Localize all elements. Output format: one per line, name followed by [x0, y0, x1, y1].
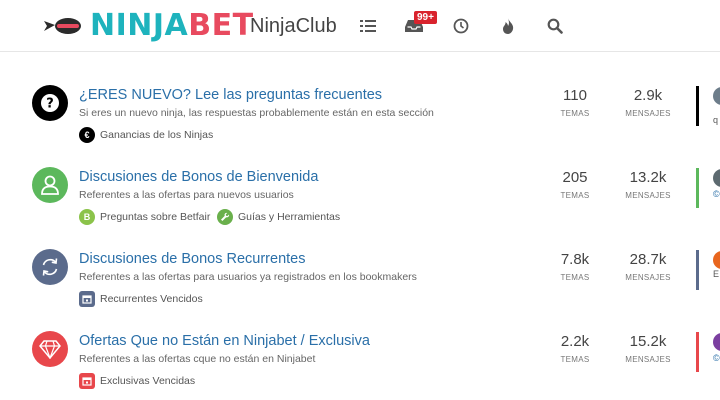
- logo-text-bet: BET: [188, 8, 254, 43]
- subcategory-link[interactable]: Exclusivas Vencidas: [79, 373, 195, 389]
- teaser-text[interactable]: ©: [713, 189, 720, 200]
- user-icon[interactable]: [32, 167, 68, 203]
- subcategory-label: Recurrentes Vencidos: [100, 293, 203, 305]
- posts-label: MENSAJES: [625, 109, 671, 118]
- svg-text:?: ?: [46, 97, 54, 112]
- teaser-bar: [696, 86, 699, 126]
- top-navbar: NINJA BET NinjaClub 99+: [0, 0, 720, 52]
- topics-stat: 2.2k TEMAS: [545, 333, 605, 365]
- subcategory-label: Preguntas sobre Betfair: [100, 211, 211, 223]
- topics-label: TEMAS: [560, 191, 590, 200]
- teaser-bar: [696, 250, 699, 290]
- posts-count: 2.9k: [633, 87, 663, 104]
- category-title[interactable]: ¿ERES NUEVO? Lee las preguntas frecuente…: [79, 86, 382, 104]
- letter-b-icon: B: [79, 209, 95, 225]
- subcategory-label: Exclusivas Vencidas: [100, 375, 196, 387]
- euro-icon: €: [79, 127, 95, 143]
- question-icon[interactable]: ?: [32, 85, 68, 121]
- teaser-bar: [696, 332, 699, 372]
- category-description: Referentes a las ofertas cque no están e…: [79, 353, 316, 365]
- list-icon[interactable]: [358, 16, 378, 36]
- teaser-text[interactable]: E: [713, 269, 719, 280]
- posts-label: MENSAJES: [625, 273, 671, 282]
- category-description: Referentes a las ofertas para nuevos usu…: [79, 189, 294, 201]
- topics-count: 7.8k: [560, 251, 590, 268]
- teaser-text[interactable]: q: [713, 115, 718, 126]
- category-row: Discusiones de Bonos Recurrentes Referen…: [0, 243, 720, 325]
- category-row: Ofertas Que no Están en Ninjabet / Exclu…: [0, 325, 720, 400]
- topics-label: TEMAS: [560, 109, 590, 118]
- site-logo[interactable]: NINJA BET: [44, 10, 254, 42]
- category-description: Si eres un nuevo ninja, las respuestas p…: [79, 107, 434, 119]
- topics-count: 205: [562, 169, 588, 186]
- refresh-icon[interactable]: [32, 249, 68, 285]
- category-row: Discusiones de Bonos de Bienvenida Refer…: [0, 161, 720, 243]
- diamond-icon[interactable]: [32, 331, 68, 367]
- avatar[interactable]: [713, 251, 720, 269]
- category-title[interactable]: Ofertas Que no Están en Ninjabet / Exclu…: [79, 332, 370, 350]
- posts-label: MENSAJES: [625, 355, 671, 364]
- posts-stat: 13.2k MENSAJES: [618, 169, 678, 201]
- topics-label: TEMAS: [560, 273, 590, 282]
- category-title[interactable]: Discusiones de Bonos de Bienvenida: [79, 168, 318, 186]
- topics-count: 110: [563, 87, 587, 104]
- fire-icon[interactable]: [498, 16, 518, 36]
- subcategory-label: Ganancias de los Ninjas: [100, 129, 214, 141]
- site-name[interactable]: NinjaClub: [250, 14, 337, 38]
- wrench-icon: [217, 209, 233, 225]
- subcategory-link[interactable]: B Preguntas sobre Betfair: [79, 209, 210, 225]
- calendar-icon: [79, 291, 95, 307]
- ninja-logo-icon: [44, 18, 81, 34]
- notification-badge[interactable]: 99+: [414, 11, 437, 24]
- posts-count: 15.2k: [629, 333, 667, 350]
- category-title[interactable]: Discusiones de Bonos Recurrentes: [79, 250, 305, 268]
- subcategory-link[interactable]: € Ganancias de los Ninjas: [79, 127, 213, 143]
- topics-stat: 205 TEMAS: [545, 169, 605, 201]
- avatar[interactable]: [713, 333, 720, 351]
- topics-label: TEMAS: [560, 355, 590, 364]
- calendar-icon: [79, 373, 95, 389]
- topics-count: 2.2k: [560, 333, 590, 350]
- category-description: Referentes a las ofertas para usuarios y…: [79, 271, 417, 283]
- subcategory-link[interactable]: Recurrentes Vencidos: [79, 291, 203, 307]
- posts-stat: 28.7k MENSAJES: [618, 251, 678, 283]
- subcategory-link[interactable]: Guías y Herramientas: [217, 209, 340, 225]
- posts-label: MENSAJES: [625, 191, 671, 200]
- category-row: ? ¿ERES NUEVO? Lee las preguntas frecuen…: [0, 79, 720, 161]
- posts-count: 13.2k: [629, 169, 667, 186]
- teaser-bar: [696, 168, 699, 208]
- posts-count: 28.7k: [629, 251, 667, 268]
- subcategory-label: Guías y Herramientas: [238, 211, 341, 223]
- avatar[interactable]: [713, 169, 720, 187]
- search-icon[interactable]: [545, 16, 565, 36]
- posts-stat: 15.2k MENSAJES: [618, 333, 678, 365]
- clock-icon[interactable]: [451, 16, 471, 36]
- topics-stat: 110 TEMAS: [545, 87, 605, 119]
- posts-stat: 2.9k MENSAJES: [618, 87, 678, 119]
- logo-text-ninja: NINJA: [90, 8, 189, 43]
- teaser-text[interactable]: ©: [713, 353, 720, 364]
- topics-stat: 7.8k TEMAS: [545, 251, 605, 283]
- avatar[interactable]: [713, 87, 720, 105]
